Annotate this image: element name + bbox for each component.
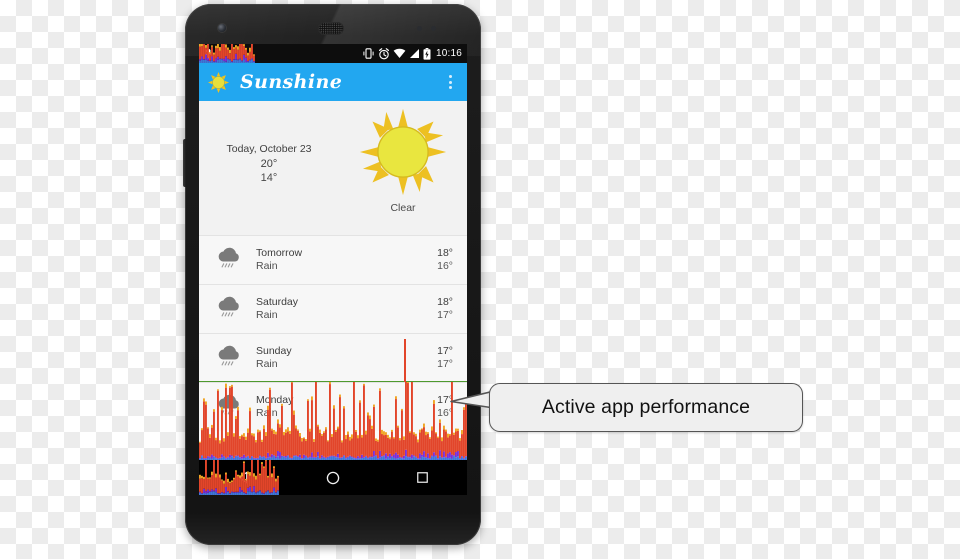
forecast-row-temps: 18° 17° [437,296,453,323]
perf-spike-bar [404,339,406,382]
callout-pointer-icon [450,390,494,409]
forecast-high-temp: 18° [437,295,453,308]
earpiece-speaker-icon [318,22,344,35]
front-camera-icon [218,24,226,32]
rain-cloud-icon [215,296,243,322]
today-date: Today, October 23 [226,143,312,155]
alarm-icon [378,47,389,59]
callout-bubble: Active app performance [489,383,803,432]
sun-logo-icon [208,71,229,93]
forecast-high-temp: 17° [437,344,453,357]
forecast-description: Rain [256,407,278,419]
today-text-block: Today, October 23 20° 14° [199,101,339,184]
forecast-high-temp: 18° [437,246,453,259]
status-bar: 10:16 [199,44,467,63]
power-button[interactable] [183,139,186,187]
forecast-row[interactable]: Monday Rain 17° 16° [199,382,467,431]
app-bar: Sunshine [199,63,467,101]
forecast-row[interactable]: Sunday Rain 17° 17° [199,333,467,382]
perf-threshold-line [199,381,467,382]
home-button[interactable] [310,460,356,495]
today-art-block: Clear [339,101,467,214]
forecast-row-labels: Tomorrow Rain [256,247,437,274]
callout-text: Active app performance [541,396,751,418]
callout-annotation: Active app performance [450,383,803,432]
battery-icon [423,47,431,60]
overflow-menu-icon[interactable] [439,67,461,97]
rain-cloud-icon [215,247,243,273]
forecast-row-labels: Saturday Rain [256,296,437,323]
forecast-description: Rain [256,358,278,370]
today-description: Clear [390,202,416,214]
today-forecast-card[interactable]: Today, October 23 20° 14° Clear [199,101,467,235]
forecast-description: Rain [256,260,278,272]
forecast-low-temp: 17° [437,309,453,321]
forecast-list: Tomorrow Rain 18° 16° Saturday Rain 18° … [199,235,467,431]
forecast-row[interactable]: Tomorrow Rain 18° 16° [199,235,467,284]
recents-button[interactable] [399,460,445,495]
forecast-day: Tomorrow [256,246,303,259]
back-triangle-icon [239,471,248,484]
rain-cloud-icon [215,345,243,371]
proximity-sensor-icon [417,26,422,31]
sun-clear-icon [359,108,447,196]
status-bar-system-icons: 10:16 [362,47,462,60]
notification-icon [205,48,212,59]
wifi-icon [393,48,406,58]
phone-screen: 10:16 Sunshine Today, October 23 20° 14°… [199,44,467,495]
signal-icon [409,49,419,58]
forecast-day: Sunday [256,344,292,357]
forecast-row-temps: 18° 16° [437,247,453,274]
today-low-temp: 14° [260,172,278,184]
status-bar-clock: 10:16 [435,48,462,59]
home-circle-icon [326,471,340,484]
status-bar-notifications [204,48,362,60]
forecast-day: Saturday [256,295,299,308]
app-title: Sunshine [240,71,343,93]
forecast-low-temp: 17° [437,358,453,370]
forecast-row-labels: Sunday Rain [256,345,437,372]
forecast-low-temp: 16° [437,260,453,272]
navigation-bar [199,460,467,495]
recents-square-icon [416,472,428,483]
forecast-row-temps: 17° 17° [437,345,453,372]
phone-device: 10:16 Sunshine Today, October 23 20° 14°… [183,4,481,545]
forecast-row-labels: Monday Rain [256,394,437,421]
back-button[interactable] [221,460,267,495]
forecast-row[interactable]: Saturday Rain 18° 17° [199,284,467,333]
forecast-description: Rain [256,309,278,321]
rain-cloud-icon [215,394,243,420]
today-high-temp: 20° [260,158,278,170]
light-sensor-icon [431,26,436,31]
screenshot-stage: 10:16 Sunshine Today, October 23 20° 14°… [0,0,960,559]
forecast-day: Monday [256,393,294,406]
vibrate-icon [363,48,374,59]
